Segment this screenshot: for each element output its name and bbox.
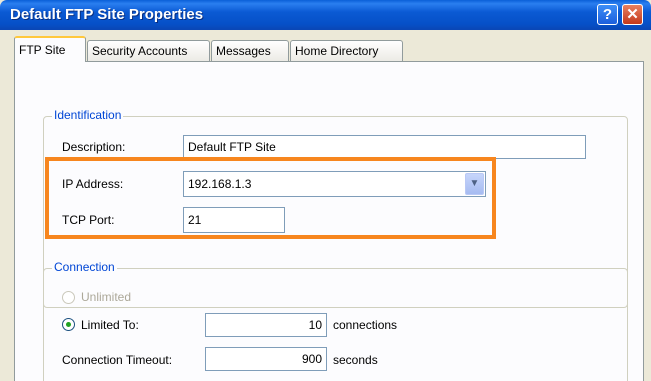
description-field[interactable]: Default FTP Site bbox=[183, 135, 586, 159]
radio-selected-dot bbox=[66, 322, 71, 327]
connections-unit-label: connections bbox=[333, 318, 398, 332]
limited-to-label: Limited To: bbox=[81, 318, 139, 332]
title-bar[interactable]: Default FTP Site Properties ? ✕ bbox=[0, 0, 651, 30]
tab-security-accounts[interactable]: Security Accounts bbox=[87, 40, 210, 61]
connection-timeout-label: Connection Timeout: bbox=[62, 353, 173, 367]
limited-to-field[interactable]: 10 bbox=[205, 313, 327, 337]
unlimited-label: Unlimited bbox=[81, 290, 132, 304]
close-icon: ✕ bbox=[626, 6, 639, 23]
connection-timeout-field[interactable]: 900 bbox=[205, 347, 327, 371]
highlight-box bbox=[45, 157, 496, 239]
help-icon: ? bbox=[602, 6, 613, 23]
seconds-unit-label: seconds bbox=[333, 353, 378, 367]
tab-home-directory[interactable]: Home Directory bbox=[290, 40, 403, 61]
properties-dialog: Default FTP Site Properties ? ✕ FTP Site… bbox=[0, 0, 651, 381]
identification-legend: Identification bbox=[52, 108, 124, 122]
unlimited-radio[interactable] bbox=[62, 291, 75, 304]
help-button[interactable]: ? bbox=[597, 4, 618, 25]
tab-ftp-site[interactable]: FTP Site bbox=[14, 36, 86, 62]
close-button[interactable]: ✕ bbox=[622, 4, 643, 25]
window-title: Default FTP Site Properties bbox=[10, 6, 204, 23]
connection-legend: Connection bbox=[52, 260, 117, 274]
tab-messages[interactable]: Messages bbox=[211, 40, 289, 61]
limited-to-radio[interactable] bbox=[62, 318, 75, 331]
description-label: Description: bbox=[62, 140, 126, 154]
